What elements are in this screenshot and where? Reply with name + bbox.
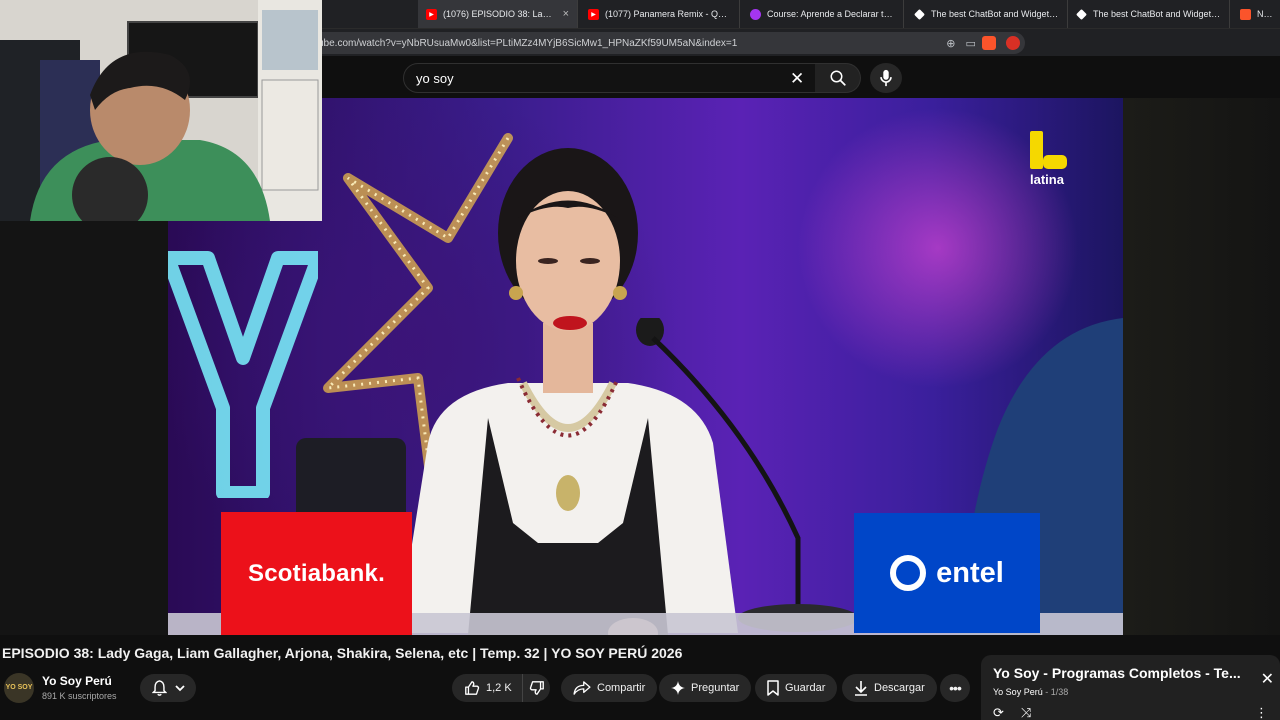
channel-name[interactable]: Yo Soy Perú	[42, 674, 112, 688]
close-playlist-icon[interactable]: ✕	[1261, 669, 1274, 689]
page-background-left	[0, 221, 168, 635]
save-label: Guardar	[785, 682, 826, 694]
bell-icon	[151, 680, 167, 696]
playlist-title[interactable]: Yo Soy - Programas Completos - Te...	[993, 665, 1243, 681]
save-button[interactable]: Guardar	[755, 674, 838, 702]
search-query: yo soy	[416, 70, 454, 86]
browser-tab[interactable]: The best ChatBot and Widgets for	[1068, 0, 1230, 28]
browser-tab[interactable]: The best ChatBot and Widgets for	[906, 0, 1068, 28]
notification-bell-button[interactable]	[140, 674, 196, 702]
streamer-webcam-image	[0, 0, 322, 221]
search-icon	[830, 70, 846, 86]
thumbs-down-icon	[529, 681, 544, 695]
latina-logo-text: latina	[1030, 172, 1064, 187]
url-text: ube.com/watch?v=yNbRUsuaMw0&list=PLtiMZz…	[318, 37, 738, 49]
share-button[interactable]: Compartir	[561, 674, 658, 702]
youtube-icon: ▶	[426, 8, 437, 20]
brave-icon	[1240, 8, 1251, 20]
browser-tab[interactable]: Nueva	[1232, 0, 1280, 28]
microphone-icon	[880, 69, 892, 87]
tab-label: (1077) Panamera Remix - Quimico	[605, 9, 731, 19]
search-input[interactable]: yo soy	[403, 63, 817, 93]
chevron-down-icon	[174, 684, 185, 691]
browser-tab[interactable]: ▶ (1077) Panamera Remix - Quimico	[580, 0, 740, 28]
voice-search-button[interactable]	[870, 63, 902, 93]
desk-microphone	[636, 318, 858, 632]
playlist-position: 1/38	[1050, 687, 1069, 697]
channel-avatar[interactable]: YO SOY	[4, 673, 34, 703]
download-label: Descargar	[874, 682, 925, 694]
tab-label: Nueva	[1257, 9, 1272, 19]
ask-label: Preguntar	[691, 682, 740, 694]
bookmark-icon	[767, 680, 779, 696]
download-icon	[855, 681, 867, 696]
screen: usiness ▶ (1076) EPISODIO 38: Lady Gag ×…	[0, 0, 1280, 720]
tab-label: The best ChatBot and Widgets for	[1093, 9, 1221, 19]
page-background-right	[1123, 98, 1280, 635]
youtube-icon: ▶	[588, 8, 599, 20]
more-actions-button[interactable]: •••	[940, 674, 970, 702]
search-button[interactable]	[815, 63, 861, 93]
url-field[interactable]: ube.com/watch?v=yNbRUsuaMw0&list=PLtiMZz…	[300, 32, 1025, 54]
share-icon	[573, 681, 591, 695]
more-horizontal-icon: •••	[949, 680, 962, 696]
course-icon	[750, 8, 761, 20]
chatbot-icon	[1076, 8, 1087, 20]
channel-avatar-text: YO SOY	[5, 684, 33, 691]
subscriber-count: 891 K suscriptores	[42, 691, 117, 701]
tab-label: Course: Aprende a Declarar tus Img	[767, 9, 895, 19]
loop-playlist-icon[interactable]: ⟳	[993, 705, 1004, 720]
browser-tab-active[interactable]: ▶ (1076) EPISODIO 38: Lady Gag ×	[418, 0, 578, 28]
brave-shield-icon[interactable]	[982, 36, 996, 50]
thumbs-up-icon	[465, 681, 480, 695]
webcam-overlay	[0, 0, 322, 221]
playlist-panel: Yo Soy - Programas Completos - Te... ✕ Y…	[981, 655, 1280, 720]
like-count: 1,2 K	[486, 682, 512, 694]
cast-icon[interactable]: ▭	[966, 37, 976, 50]
playlist-owner[interactable]: Yo Soy Perú	[993, 687, 1043, 697]
video-title: EPISODIO 38: Lady Gaga, Liam Gallagher, …	[2, 645, 683, 661]
playlist-meta: Yo Soy Perú - 1/38	[993, 687, 1068, 697]
tab-label: The best ChatBot and Widgets for	[931, 9, 1059, 19]
entel-logo-icon	[890, 555, 927, 591]
close-tab-icon[interactable]: ×	[563, 8, 569, 20]
playlist-separator: -	[1042, 687, 1051, 697]
zoom-icon[interactable]: ⊕	[946, 37, 955, 50]
more-vertical-icon[interactable]: ⋮	[1255, 705, 1268, 720]
dislike-button[interactable]	[522, 674, 550, 702]
share-label: Compartir	[597, 682, 646, 694]
clear-search-icon[interactable]: ✕	[790, 69, 804, 89]
shuffle-icon[interactable]: ⤨	[1021, 705, 1031, 720]
scotiabank-sign: Scotiabank.	[221, 512, 412, 635]
ask-button[interactable]: Preguntar	[659, 674, 752, 702]
download-button[interactable]: Descargar	[842, 674, 937, 702]
tab-label: (1076) EPISODIO 38: Lady Gag	[443, 9, 553, 19]
like-button[interactable]: 1,2 K	[452, 674, 522, 702]
entel-sign: entel	[854, 513, 1040, 633]
sparkle-icon	[671, 681, 685, 695]
entel-sign-text: entel	[936, 556, 1004, 589]
chatbot-icon	[914, 8, 925, 20]
brave-rewards-icon[interactable]	[1006, 36, 1020, 50]
browser-tab[interactable]: Course: Aprende a Declarar tus Img	[742, 0, 904, 28]
scotiabank-sign-text: Scotiabank.	[248, 559, 385, 587]
